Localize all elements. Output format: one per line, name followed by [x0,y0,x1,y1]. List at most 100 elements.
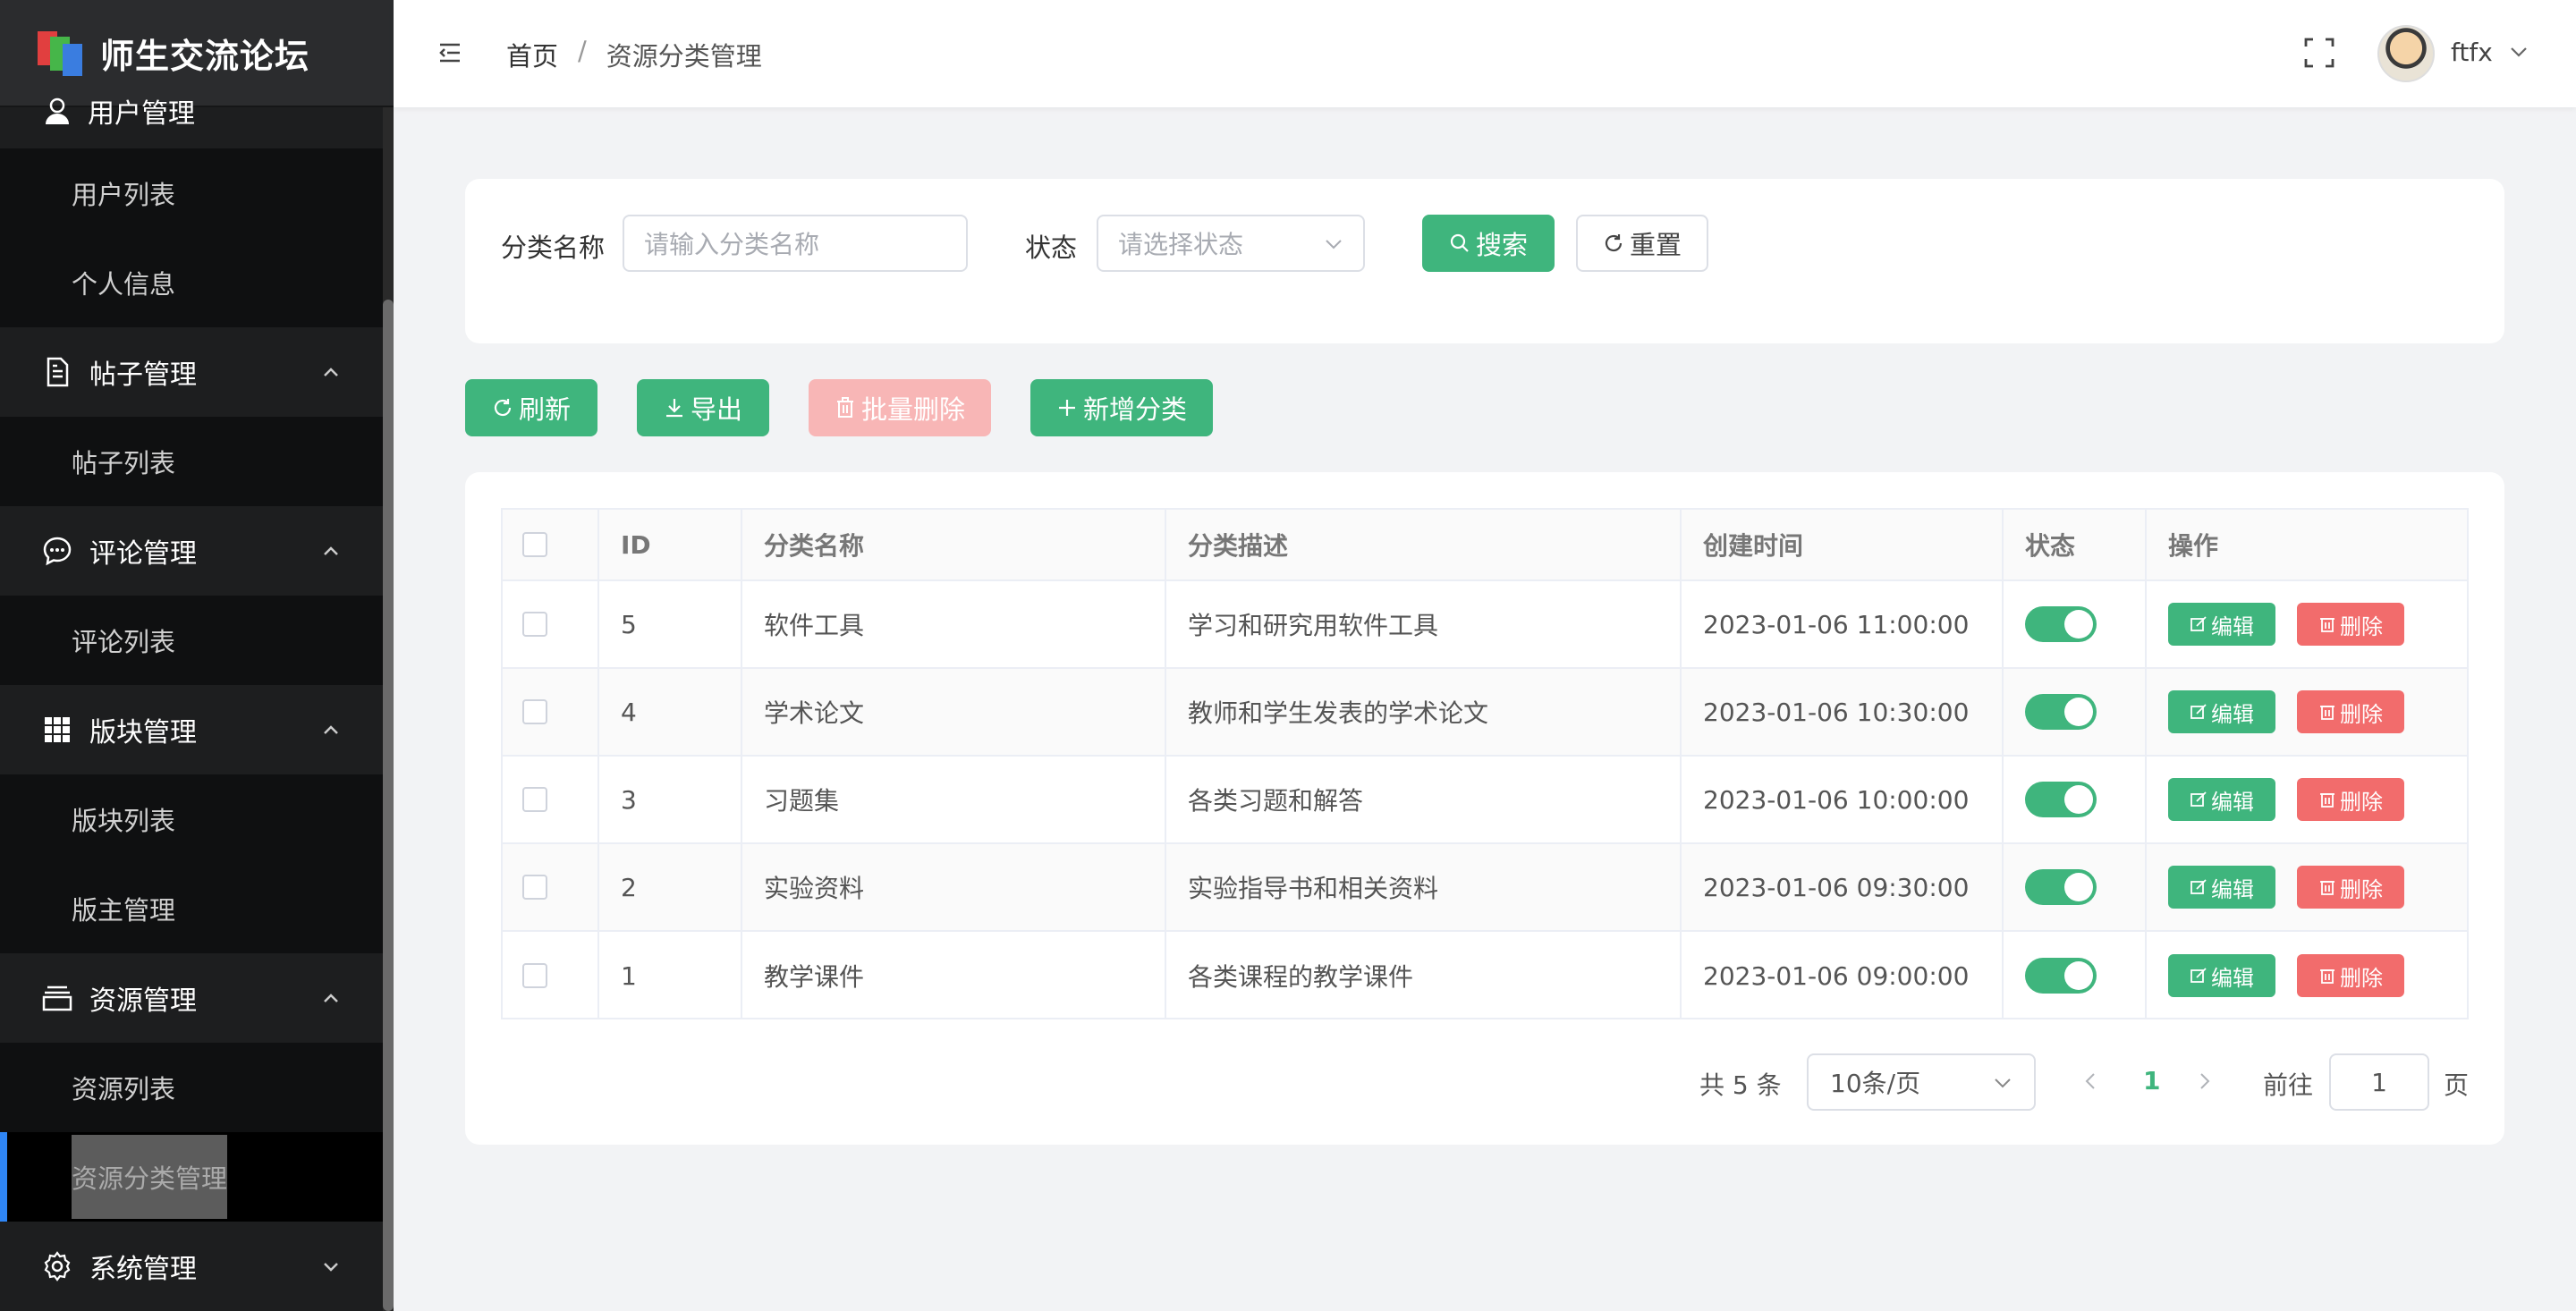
chevron-up-icon [324,994,338,1002]
cell-created-time: 2023-01-06 11:00:00 [1682,581,2004,667]
cell-name: 习题集 [742,757,1166,842]
sidebar-group-label: 系统管理 [89,1254,197,1285]
row-checkbox[interactable] [522,787,547,812]
table-header-row: ID 分类名称 分类描述 创建时间 状态 操作 [503,510,2467,581]
delete-button[interactable]: 删除 [2297,954,2404,997]
sidebar-item-label: 评论列表 [72,627,176,657]
batch-delete-button[interactable]: 批量删除 [809,379,991,436]
edit-button[interactable]: 编辑 [2168,603,2275,646]
status-toggle[interactable] [2025,606,2097,642]
sidebar-group-system[interactable]: 系统管理 [0,1222,383,1311]
chevron-up-icon [324,368,338,376]
sidebar-item-comment-list[interactable]: 评论列表 [0,596,383,685]
sidebar-group-comments[interactable]: 评论管理 [0,506,383,596]
sidebar-group-users[interactable]: 用户管理 [0,82,383,125]
add-category-button[interactable]: 新增分类 [1030,379,1213,436]
category-name-input[interactable]: 请输入分类名称 [623,215,968,272]
delete-button[interactable]: 删除 [2297,690,2404,733]
cell-description: 实验指导书和相关资料 [1166,844,1682,930]
edit-button[interactable]: 编辑 [2168,866,2275,909]
cell-description: 各类习题和解答 [1166,757,1682,842]
status-toggle[interactable] [2025,694,2097,730]
sidebar-item-user-list[interactable]: 用户列表 [0,148,383,238]
table-row[interactable]: 4 学术论文 教师和学生发表的学术论文 2023-01-06 10:30:00 … [503,669,2467,757]
top-header: 首页 / 资源分类管理 ftfx [394,0,2576,107]
sidebar-item-label: 版主管理 [72,895,176,926]
fullscreen-icon[interactable] [2304,38,2334,68]
delete-button-label: 删除 [2340,701,2383,727]
chevron-left-icon[interactable] [2082,1071,2100,1091]
edit-button[interactable]: 编辑 [2168,690,2275,733]
edit-button[interactable]: 编辑 [2168,954,2275,997]
add-category-button-label: 新增分类 [1082,394,1187,425]
row-checkbox[interactable] [522,963,547,988]
select-all-checkbox[interactable] [522,532,547,557]
status-toggle[interactable] [2025,958,2097,994]
sidebar-scrollbar-thumb[interactable] [383,300,394,1311]
trash-icon [2320,618,2334,632]
page-size-select[interactable]: 10条/页 [1807,1053,2036,1111]
sidebar-item-resource-list[interactable]: 资源列表 [0,1043,383,1132]
row-checkbox[interactable] [522,699,547,724]
row-checkbox-cell [503,581,599,667]
delete-button[interactable]: 删除 [2297,778,2404,821]
table-row[interactable]: 3 习题集 各类习题和解答 2023-01-06 10:00:00 编辑 删除 [503,757,2467,844]
pagination-goto-input[interactable]: 1 [2329,1053,2429,1111]
sidebar-item-label: 版块列表 [72,806,176,836]
column-header-description[interactable]: 分类描述 [1166,510,1682,579]
edit-icon [2190,791,2207,807]
username[interactable]: ftfx [2451,38,2493,67]
status-label: 状态 [1025,233,1078,263]
avatar[interactable] [2377,25,2435,82]
category-name-placeholder: 请输入分类名称 [644,230,820,259]
column-header-status[interactable]: 状态 [2004,510,2147,579]
search-button[interactable]: 搜索 [1422,215,1555,272]
trash-icon [2320,706,2334,720]
delete-button[interactable]: 删除 [2297,866,2404,909]
app-title: 师生交流论坛 [100,36,310,76]
cell-id: 2 [599,844,742,930]
sidebar-item-moderators[interactable]: 版主管理 [0,864,383,953]
status-toggle[interactable] [2025,869,2097,905]
sidebar-group-resources[interactable]: 资源管理 [0,953,383,1043]
refresh-icon [1605,234,1623,252]
sidebar-group-boards[interactable]: 版块管理 [0,685,383,774]
sidebar-item-post-list[interactable]: 帖子列表 [0,417,383,506]
status-select[interactable]: 请选择状态 [1097,215,1365,272]
row-checkbox[interactable] [522,612,547,637]
actions-cell: 编辑 删除 [2147,932,2467,1019]
chevron-right-icon[interactable] [2195,1071,2213,1091]
column-header-created-time[interactable]: 创建时间 [1682,510,2004,579]
cell-created-time: 2023-01-06 10:30:00 [1682,669,2004,755]
chevron-down-icon[interactable] [2508,41,2529,63]
user-icon [46,97,69,124]
pagination-current-page[interactable]: 1 [2143,1066,2160,1095]
status-toggle[interactable] [2025,782,2097,817]
sidebar-group-posts[interactable]: 帖子管理 [0,327,383,417]
edit-button[interactable]: 编辑 [2168,778,2275,821]
table-row[interactable]: 5 软件工具 学习和研究用软件工具 2023-01-06 11:00:00 编辑… [503,581,2467,669]
pagination-page-suffix: 页 [2444,1070,2470,1100]
column-header-actions: 操作 [2168,531,2219,561]
sidebar-item-profile[interactable]: 个人信息 [0,238,383,327]
column-header-id[interactable]: ID [599,510,742,579]
export-button[interactable]: 导出 [637,379,769,436]
menu-fold-icon[interactable] [438,41,462,64]
column-header-name[interactable]: 分类名称 [742,510,1166,579]
reset-button[interactable]: 重置 [1576,215,1708,272]
breadcrumb-home[interactable]: 首页 [506,36,558,73]
download-icon [665,399,682,418]
row-checkbox[interactable] [522,875,547,900]
sidebar-item-board-list[interactable]: 版块列表 [0,774,383,864]
category-name-label: 分类名称 [501,233,606,263]
sidebar-item-resource-categories[interactable]: 资源分类管理 [0,1132,383,1222]
delete-button[interactable]: 删除 [2297,603,2404,646]
table-row[interactable]: 2 实验资料 实验指导书和相关资料 2023-01-06 09:30:00 编辑… [503,844,2467,932]
delete-button-label: 删除 [2340,965,2383,991]
cell-name: 教学课件 [742,932,1166,1019]
refresh-button[interactable]: 刷新 [465,379,597,436]
cell-description: 各类课程的教学课件 [1166,932,1682,1019]
delete-button-label: 删除 [2340,876,2383,902]
table-row[interactable]: 1 教学课件 各类课程的教学课件 2023-01-06 09:00:00 编辑 … [503,932,2467,1019]
sidebar-item-label: 用户列表 [72,180,176,210]
